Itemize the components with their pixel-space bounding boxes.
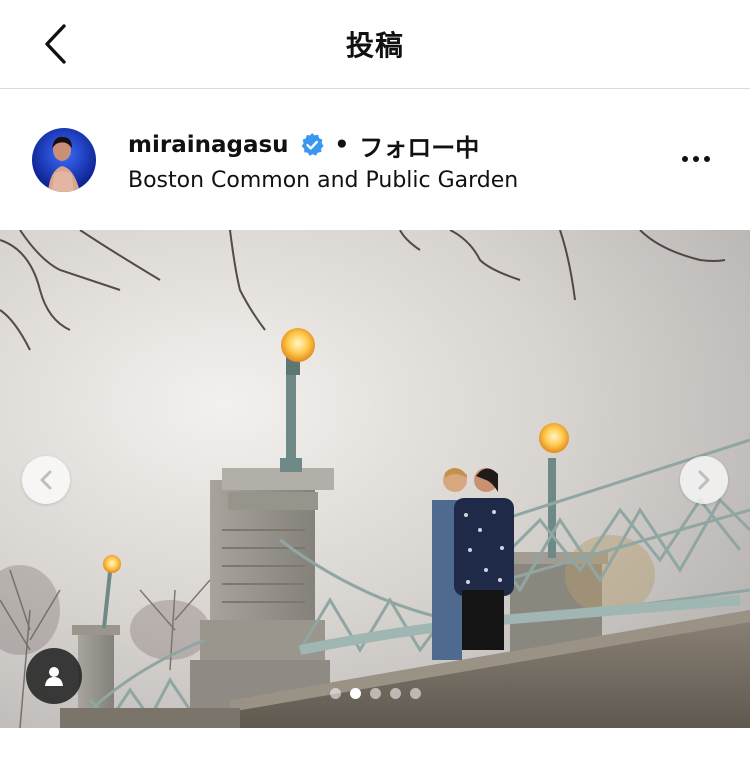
user-line: mirainagasu • フォロー中	[128, 128, 479, 162]
carousel-indicator	[330, 688, 421, 699]
verified-badge-icon	[299, 132, 325, 158]
chevron-left-icon	[40, 470, 52, 490]
carousel-prev-button[interactable]	[22, 456, 70, 504]
back-button[interactable]	[34, 22, 78, 66]
avatar[interactable]	[32, 128, 96, 192]
location-link[interactable]: Boston Common and Public Garden	[128, 168, 518, 193]
carousel-dot[interactable]	[410, 688, 421, 699]
carousel-dot[interactable]	[330, 688, 341, 699]
username[interactable]: mirainagasu	[128, 132, 289, 158]
carousel-dot[interactable]	[390, 688, 401, 699]
bridge-photo	[0, 230, 750, 728]
post-header: mirainagasu • フォロー中 Boston Common and Pu…	[0, 90, 750, 230]
following-button[interactable]: フォロー中	[359, 128, 479, 163]
carousel-dot[interactable]	[350, 688, 361, 699]
carousel-dot[interactable]	[370, 688, 381, 699]
more-options-button[interactable]	[674, 142, 718, 176]
carousel-next-button[interactable]	[680, 456, 728, 504]
chevron-left-icon	[45, 24, 66, 64]
separator-dot: •	[334, 132, 350, 158]
more-dot	[682, 156, 688, 162]
user-tag-icon	[45, 667, 63, 686]
more-dot	[693, 156, 699, 162]
more-dot	[704, 156, 710, 162]
tagged-users-button[interactable]	[26, 648, 82, 704]
chevron-right-icon	[698, 470, 710, 490]
page-title: 投稿	[345, 29, 404, 62]
post-photo[interactable]	[0, 230, 750, 728]
top-bar: 投稿	[0, 0, 750, 89]
